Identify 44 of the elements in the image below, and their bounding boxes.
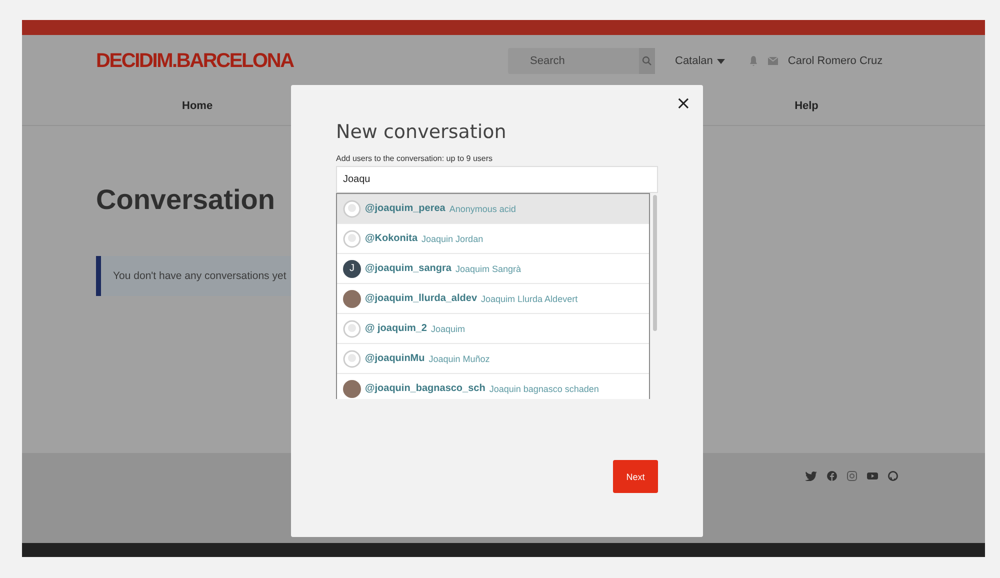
user-full-name: Joaquim (431, 324, 466, 334)
modal-title: New conversation (336, 121, 508, 143)
caret-icon (716, 58, 725, 64)
user-handle: @joaquim_sangra (365, 263, 452, 274)
user-handle: @joaquim_perea (365, 203, 446, 214)
user-full-name: Joaquin Jordan (422, 234, 484, 244)
envelope-icon[interactable] (768, 57, 778, 65)
nav-link[interactable]: Home (182, 100, 213, 112)
avatar-photo-placeholder (343, 290, 361, 308)
facebook-icon[interactable] (827, 471, 837, 481)
instagram-icon[interactable] (847, 471, 857, 481)
user-full-name: Anonymous acid (449, 204, 516, 214)
user-handle: @joaquim_llurda_aldev (365, 293, 478, 304)
avatar-icon (343, 200, 361, 218)
close-button[interactable]: × (674, 93, 693, 114)
avatar-photo-placeholder (343, 380, 361, 398)
user-full-name: Joaquin Muñoz (428, 354, 490, 364)
user-suggestion[interactable]: @joaquim_perea Anonymous acid (337, 194, 649, 224)
language-selector[interactable]: Catalan (675, 55, 725, 67)
site-logo[interactable]: DECIDIM.BARCELONA (96, 50, 508, 72)
avatar-icon (343, 320, 361, 338)
search-icon[interactable] (642, 56, 652, 66)
github-icon[interactable] (888, 471, 898, 481)
scrollbar-thumb[interactable] (653, 195, 657, 331)
user-handle: @joaquinMu (365, 353, 425, 364)
twitter-bird-icon[interactable] (805, 471, 817, 481)
field-label: Add users to the conversation: up to 9 users (336, 154, 494, 163)
user-full-name: Joaquin bagnasco schaden (489, 384, 599, 394)
youtube-icon[interactable] (867, 471, 878, 481)
avatar-icon (343, 350, 361, 368)
avatar-icon (343, 230, 361, 248)
user-name[interactable]: Carol Romero Cruz (788, 55, 883, 67)
avatar-initial: J (343, 260, 361, 278)
user-handle: @Kokonita (365, 233, 418, 244)
user-handle: @ joaquim_2 (365, 323, 427, 334)
search-field[interactable]: Search (508, 48, 655, 74)
page-title: Conversation (96, 184, 275, 216)
bell-icon[interactable] (748, 56, 758, 66)
nav-link[interactable]: Help (794, 100, 818, 112)
user-search-field[interactable]: Joaqu (336, 166, 658, 193)
user-handle: @joaquin_bagnasco_sch (365, 383, 486, 394)
next-button[interactable]: Next (613, 460, 658, 493)
user-full-name: Joaquim Llurda Aldevert (481, 294, 578, 304)
user-full-name: Joaquim Sangrà (455, 264, 521, 274)
